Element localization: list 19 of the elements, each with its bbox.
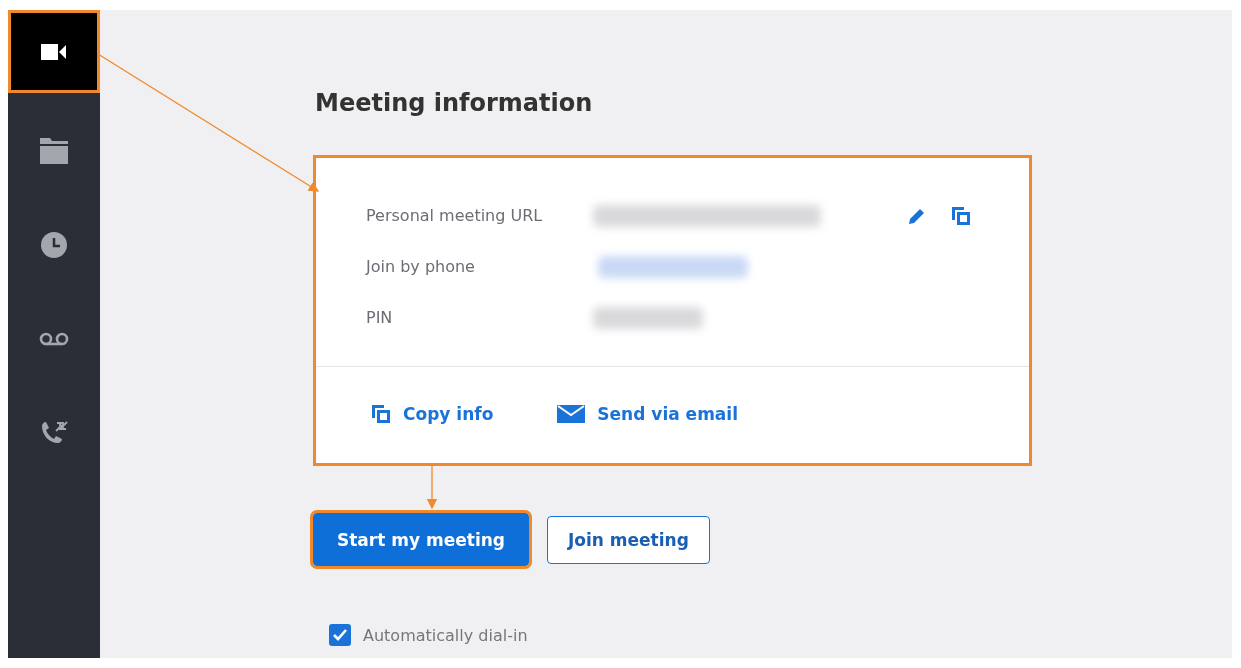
voicemail-icon <box>39 332 69 346</box>
start-meeting-button[interactable]: Start my meeting <box>313 513 529 566</box>
check-icon <box>333 629 347 641</box>
copy-icon[interactable] <box>951 205 971 226</box>
action-link[interactable]: Send via email <box>557 404 738 424</box>
mail-icon <box>557 405 586 423</box>
field-label: Personal meeting URL <box>366 206 544 225</box>
field-label: Join by phone <box>366 257 476 276</box>
checkbox-label: Automatically dial-in <box>363 625 528 645</box>
section-heading: Meeting information <box>315 89 593 117</box>
sidebar-item[interactable] <box>8 10 100 93</box>
clock-icon <box>41 232 67 258</box>
folder-icon <box>40 138 68 164</box>
join-meeting-button[interactable]: Join meeting <box>547 515 710 564</box>
video-camera-icon <box>41 42 67 61</box>
checkbox[interactable] <box>329 624 351 646</box>
action-link[interactable]: Copy info <box>371 404 494 424</box>
field-label: PIN <box>366 308 394 327</box>
copy-icon <box>371 404 391 424</box>
